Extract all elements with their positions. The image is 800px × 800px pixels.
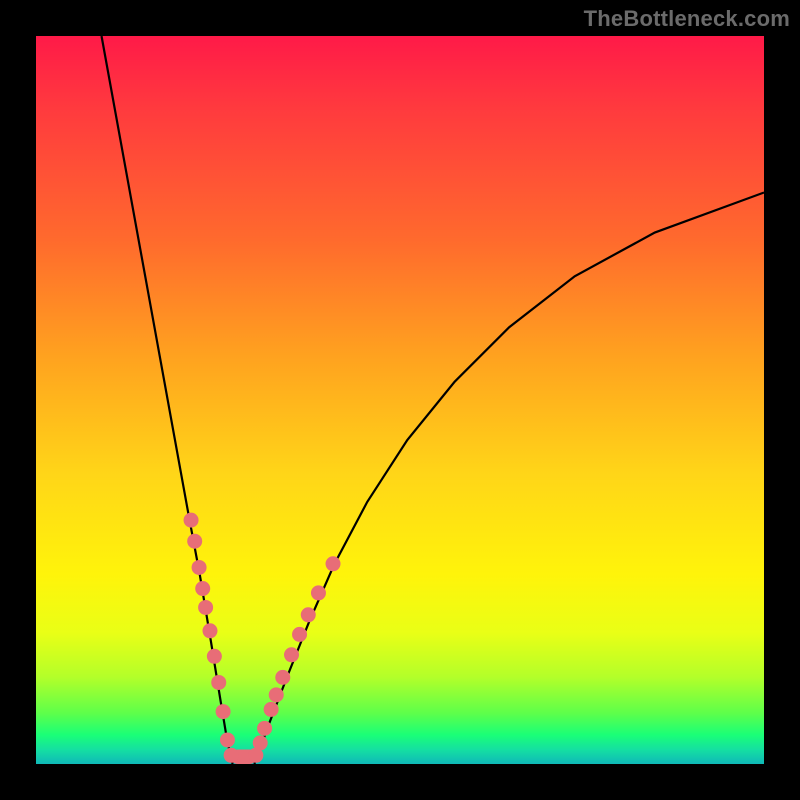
watermark-text: TheBottleneck.com xyxy=(584,6,790,32)
data-marker xyxy=(198,600,213,615)
data-marker xyxy=(195,581,210,596)
chart-frame: TheBottleneck.com xyxy=(0,0,800,800)
data-marker xyxy=(269,687,284,702)
data-marker xyxy=(311,585,326,600)
data-marker xyxy=(216,704,231,719)
data-marker xyxy=(207,649,222,664)
data-marker xyxy=(292,627,307,642)
markers-right xyxy=(253,556,341,750)
data-marker xyxy=(211,675,226,690)
data-marker xyxy=(275,670,290,685)
data-marker xyxy=(184,513,199,528)
data-marker xyxy=(326,556,341,571)
curve-right xyxy=(254,193,764,764)
data-marker xyxy=(264,702,279,717)
bottleneck-curve xyxy=(102,36,764,764)
data-marker xyxy=(192,560,207,575)
data-marker xyxy=(248,748,263,763)
data-marker xyxy=(202,623,217,638)
data-marker xyxy=(220,732,235,747)
data-marker xyxy=(187,534,202,549)
data-marker xyxy=(257,721,272,736)
markers-left xyxy=(184,513,235,748)
chart-overlay xyxy=(36,36,764,764)
data-marker xyxy=(224,748,239,763)
data-marker xyxy=(301,607,316,622)
data-marker xyxy=(284,647,299,662)
